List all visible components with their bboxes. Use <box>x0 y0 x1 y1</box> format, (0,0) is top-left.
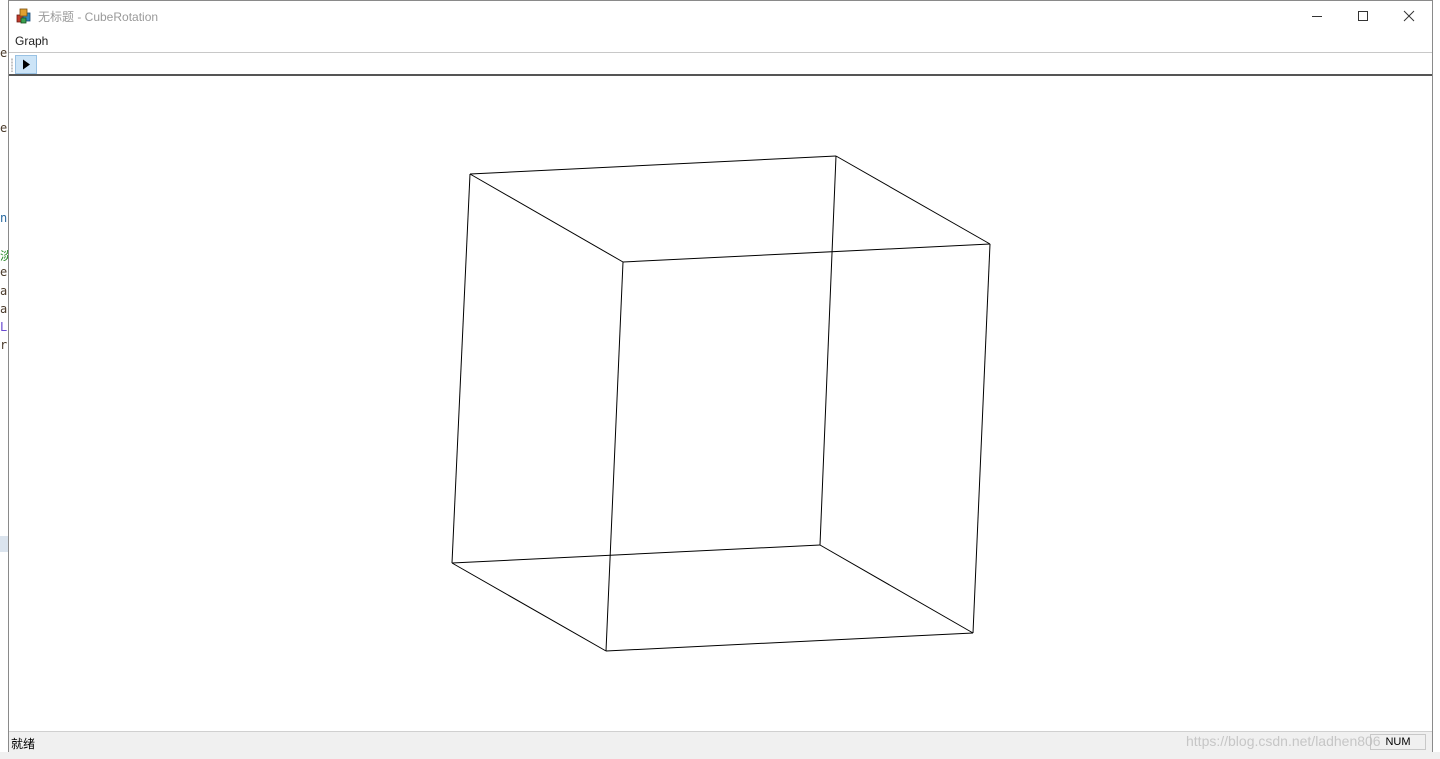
cube-edge <box>451 173 471 564</box>
toolbar <box>9 52 1432 76</box>
cube-edge <box>622 243 991 263</box>
cube-edge <box>469 155 837 175</box>
bg-char: e <box>0 265 8 279</box>
close-icon <box>1403 10 1415 22</box>
cube-edge <box>819 155 837 546</box>
watermark: https://blog.csdn.net/ladhen806 <box>1186 733 1381 749</box>
minimize-button[interactable] <box>1294 1 1340 31</box>
maximize-button[interactable] <box>1340 1 1386 31</box>
cube-edge <box>605 632 974 652</box>
minimize-icon <box>1312 16 1322 17</box>
menu-graph[interactable]: Graph <box>15 34 48 48</box>
play-button[interactable] <box>15 55 37 74</box>
cube-edges <box>451 155 991 652</box>
cube-edge <box>451 544 821 564</box>
toolbar-grip[interactable] <box>11 58 13 72</box>
cube-edge <box>835 155 991 245</box>
title-bar[interactable]: 无标题 - CubeRotation <box>9 1 1432 31</box>
cube-edge <box>972 243 991 634</box>
bg-char: e <box>0 46 8 60</box>
app-window: 无标题 - CubeRotation Graph 就绪 NUM <box>8 0 1433 752</box>
play-icon <box>23 59 30 70</box>
bg-char: a <box>0 302 8 316</box>
status-text: 就绪 <box>11 737 36 751</box>
cube-edge <box>819 544 974 634</box>
menu-bar: Graph <box>9 31 1432 51</box>
bg-char: L <box>0 320 8 334</box>
drawing-canvas[interactable] <box>9 76 1432 731</box>
cube-edge <box>451 562 607 652</box>
app-icon <box>16 8 32 24</box>
bg-char: r <box>0 338 8 352</box>
cube-wireframe <box>451 155 991 652</box>
maximize-icon <box>1358 11 1368 21</box>
bg-char: n <box>0 211 8 225</box>
close-button[interactable] <box>1386 1 1432 31</box>
bg-char: a <box>0 284 8 298</box>
bg-char: e <box>0 121 8 135</box>
cube-edge <box>469 173 624 263</box>
window-title: 无标题 - CubeRotation <box>38 10 159 24</box>
background-window-bottom <box>0 752 1440 759</box>
cube-edge <box>605 261 624 652</box>
